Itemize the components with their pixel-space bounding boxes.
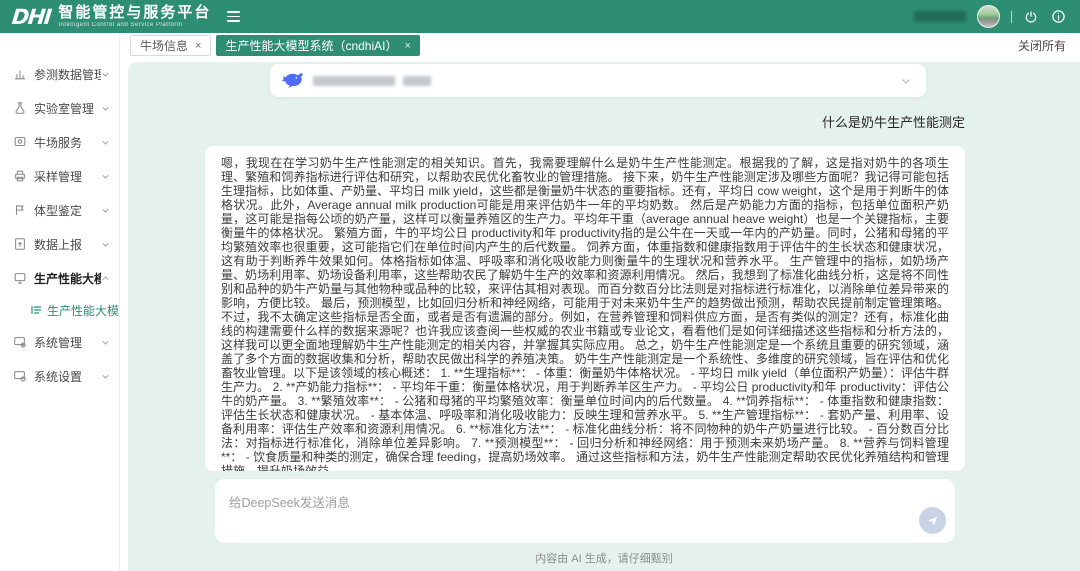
header-divider bbox=[1011, 11, 1012, 23]
logout-power-icon[interactable] bbox=[1023, 9, 1039, 25]
chevron-up-icon bbox=[101, 274, 110, 283]
tab-performance-model-system[interactable]: 生产性能大模型系统（cndhiAI） × bbox=[216, 35, 419, 56]
display-icon bbox=[13, 271, 27, 285]
sidebar-item-farm-service[interactable]: 牛场服务 bbox=[0, 125, 119, 159]
chevron-down-icon bbox=[101, 172, 110, 181]
app-title-block: 智能管控与服务平台 Intelligent Control and Servic… bbox=[58, 5, 211, 28]
deepseek-whale-icon bbox=[280, 69, 304, 93]
username-blurred bbox=[914, 11, 966, 22]
upload-document-icon bbox=[13, 237, 27, 251]
app-window: DHI 智能管控与服务平台 Intelligent Control and Se… bbox=[0, 0, 1080, 571]
monitor-icon bbox=[13, 135, 27, 149]
chevron-down-icon bbox=[101, 138, 110, 147]
sidebar-item-performance-model[interactable]: 生产性能大模型系.. bbox=[0, 261, 119, 295]
chat-panel: 什么是奶牛生产性能测定 嗯，我现在在学习奶牛生产性能测定的相关知识。首先，我需要… bbox=[128, 62, 1080, 571]
assistant-message: 嗯，我现在在学习奶牛生产性能测定的相关知识。首先，我需要理解什么是奶牛生产性能测… bbox=[205, 146, 965, 471]
info-icon[interactable] bbox=[1050, 9, 1066, 25]
chevron-down-icon bbox=[101, 104, 110, 113]
sidebar-item-laboratory[interactable]: 实验室管理 bbox=[0, 91, 119, 125]
message-input-card bbox=[215, 479, 955, 543]
chevron-down-icon bbox=[101, 240, 110, 249]
sidebar-item-system-management[interactable]: 系统管理 bbox=[0, 325, 119, 359]
flask-icon bbox=[13, 101, 27, 115]
app-header: DHI 智能管控与服务平台 Intelligent Control and Se… bbox=[0, 0, 1080, 33]
tab-bar: 牛场信息 × 生产性能大模型系统（cndhiAI） × 关闭所有 bbox=[120, 33, 1080, 58]
message-input[interactable] bbox=[215, 479, 955, 543]
close-tab-icon[interactable]: × bbox=[195, 40, 201, 52]
send-button[interactable] bbox=[919, 507, 946, 534]
sidebar-subitem-performance-model[interactable]: 生产性能大模型系... bbox=[0, 295, 119, 325]
chevron-down-icon bbox=[101, 372, 110, 381]
sidebar-item-system-settings[interactable]: 系统设置 bbox=[0, 359, 119, 393]
ai-disclaimer: 内容由 AI 生成，请仔细甄别 bbox=[128, 550, 1080, 566]
bar-chart-icon bbox=[13, 67, 27, 81]
sidebar-item-sampling[interactable]: 采样管理 bbox=[0, 159, 119, 193]
chevron-down-icon bbox=[101, 206, 110, 215]
chevron-down-icon bbox=[101, 338, 110, 347]
sidebar-item-data-report[interactable]: 数据上报 bbox=[0, 227, 119, 261]
app-title: 智能管控与服务平台 bbox=[58, 5, 211, 20]
user-message: 什么是奶牛生产性能测定 bbox=[128, 112, 1080, 131]
tab-farm-info[interactable]: 牛场信息 × bbox=[130, 35, 211, 56]
flag-icon bbox=[13, 203, 27, 217]
chevron-down-icon bbox=[101, 70, 110, 79]
brand-logo: DHI bbox=[11, 5, 52, 29]
close-tab-icon[interactable]: × bbox=[404, 40, 410, 52]
model-tag-blurred bbox=[403, 76, 431, 86]
printer-icon bbox=[13, 169, 27, 183]
sidebar: 参测数据管理 实验室管理 牛场服务 采样管理 bbox=[0, 33, 120, 571]
chevron-down-icon[interactable] bbox=[900, 75, 912, 87]
list-icon bbox=[30, 304, 42, 316]
sidebar-item-body-appraisal[interactable]: 体型鉴定 bbox=[0, 193, 119, 227]
close-all-tabs-button[interactable]: 关闭所有 bbox=[1018, 37, 1066, 54]
monitor-gear-icon bbox=[13, 335, 27, 349]
app-subtitle: Intelligent Control and Service Platform bbox=[58, 22, 211, 28]
model-name-blurred bbox=[313, 76, 395, 86]
sidebar-item-test-data[interactable]: 参测数据管理 bbox=[0, 57, 119, 91]
avatar[interactable] bbox=[977, 5, 1000, 28]
gear-monitor-icon bbox=[13, 369, 27, 383]
model-selector[interactable] bbox=[270, 64, 926, 97]
collapse-menu-icon[interactable] bbox=[227, 11, 240, 22]
